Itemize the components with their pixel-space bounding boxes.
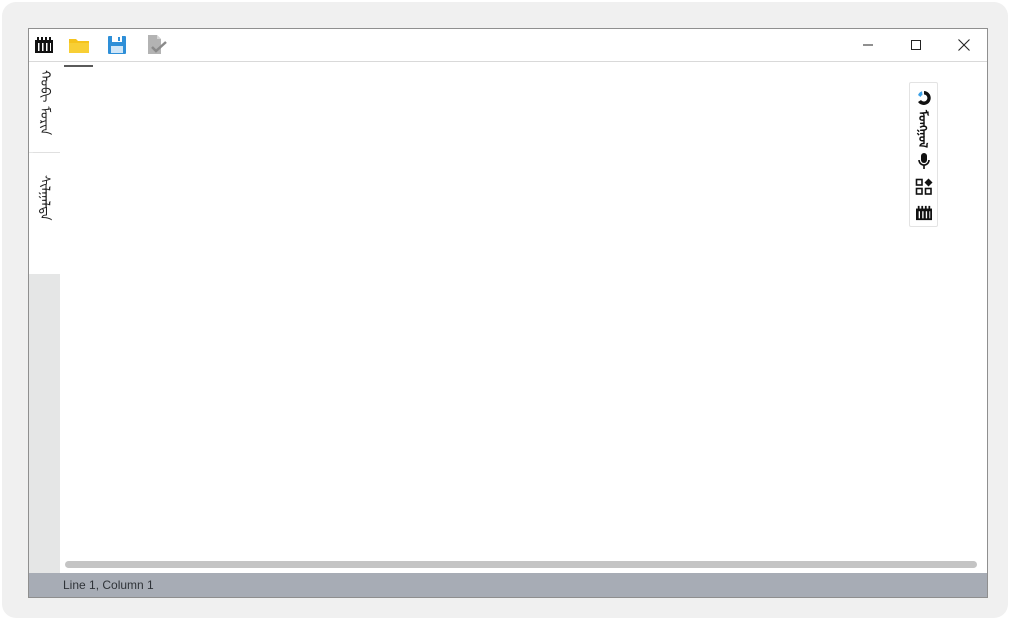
minimize-button[interactable] bbox=[845, 29, 891, 61]
apps-icon[interactable] bbox=[910, 176, 937, 198]
maximize-button[interactable] bbox=[893, 29, 939, 61]
microphone-icon[interactable] bbox=[910, 150, 937, 172]
close-icon bbox=[958, 39, 970, 51]
text-cursor bbox=[64, 65, 93, 67]
side-tab-2-label: ᠰᠢᠯᠭᠠᠯᠲᠠ bbox=[37, 175, 52, 221]
close-button[interactable] bbox=[941, 29, 987, 61]
text-editor[interactable]: ᠮᠣᠩᠭᠣᠯ bbox=[60, 62, 987, 573]
open-folder-icon[interactable] bbox=[68, 34, 90, 56]
maximize-icon bbox=[911, 40, 921, 50]
side-tab-strip: ᠬᠤᠪᠢ ᠮᠣᠷᠢᠨ ᠰᠢᠯᠭᠠᠯᠲᠠ bbox=[29, 62, 60, 573]
side-tab-1[interactable]: ᠬᠤᠪᠢ ᠮᠣᠷᠢᠨ bbox=[29, 62, 60, 152]
minimize-icon bbox=[863, 44, 873, 46]
side-tab-1-label: ᠬᠤᠪᠢ ᠮᠣᠷᠢᠨ bbox=[37, 70, 52, 136]
app-window: ᠬᠤᠪᠢ ᠮᠣᠷᠢᠨ ᠰᠢᠯᠭᠠᠯᠲᠠ ᠮᠣᠩᠭᠣᠯ Line 1, Colum… bbox=[28, 28, 988, 598]
horizontal-scrollbar[interactable] bbox=[65, 561, 977, 568]
cursor-position: Line 1, Column 1 bbox=[63, 578, 154, 592]
floating-toolbar: ᠮᠣᠩᠭᠣᠯ bbox=[909, 82, 938, 227]
app-logo-icon[interactable] bbox=[910, 202, 937, 224]
check-document-icon[interactable] bbox=[145, 34, 167, 56]
script-label: ᠮᠣᠩᠭᠣᠯ bbox=[916, 110, 930, 148]
window-shadow-frame: ᠬᠤᠪᠢ ᠮᠣᠷᠢᠨ ᠰᠢᠯᠭᠠᠯᠲᠠ ᠮᠣᠩᠭᠣᠯ Line 1, Colum… bbox=[2, 2, 1008, 618]
app-logo-icon[interactable] bbox=[33, 34, 55, 56]
status-bar: Line 1, Column 1 bbox=[29, 573, 987, 597]
pie-chart-icon[interactable] bbox=[910, 87, 937, 109]
save-icon[interactable] bbox=[106, 34, 128, 56]
title-bar bbox=[29, 29, 987, 62]
side-tab-2[interactable]: ᠰᠢᠯᠭᠠᠯᠲᠠ bbox=[29, 153, 60, 274]
mongolian-script-icon[interactable]: ᠮᠣᠩᠭᠣᠯ bbox=[910, 110, 937, 148]
